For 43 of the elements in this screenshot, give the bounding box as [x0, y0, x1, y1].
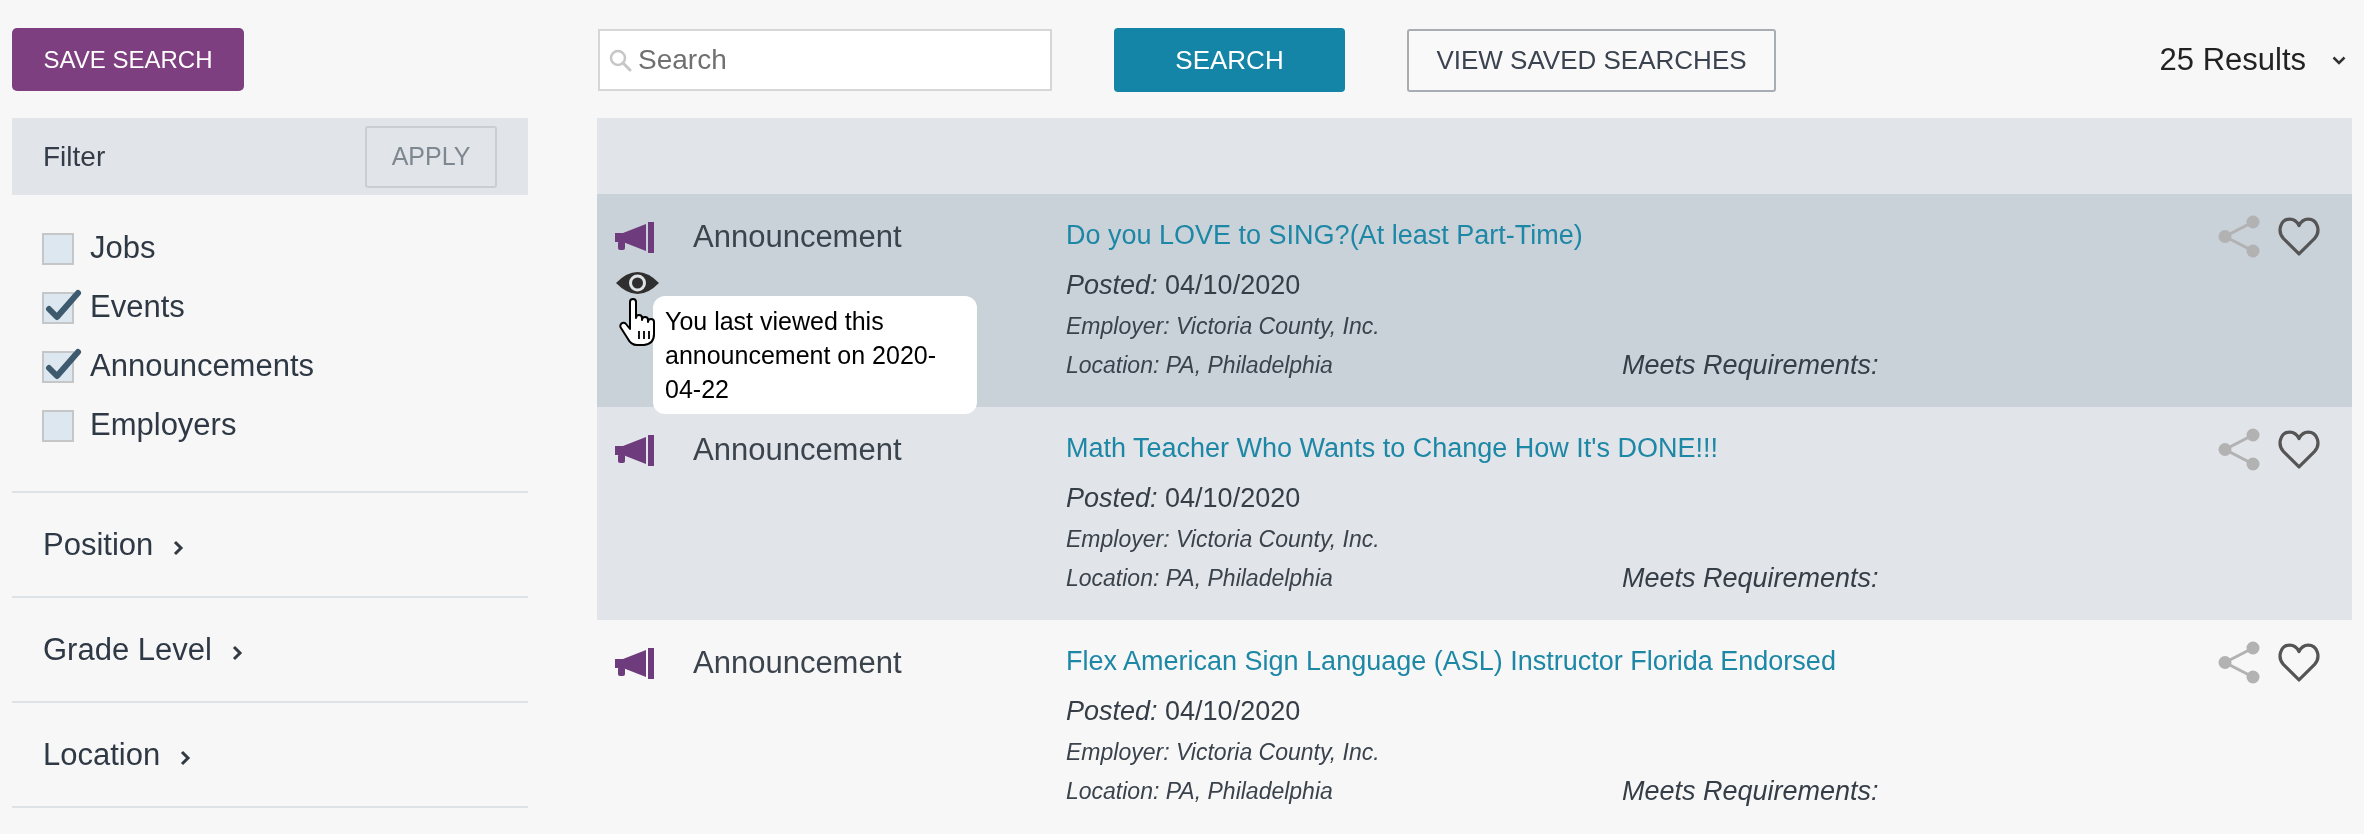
posted-date: Posted: 04/10/2020 — [1066, 269, 1301, 302]
results-count-dropdown[interactable]: 25 Results — [2159, 42, 2346, 78]
result-row[interactable]: Announcement Flex American Sign Language (ASL) Instructor Florida Endorsed Posted: 04/10/2020 Employer: Victoria County, Inc. Location: PA, Philadelphia Meets Requirements: — [597, 620, 2352, 833]
filter-section-toggle[interactable]: Location — [43, 736, 192, 773]
save-search-button[interactable]: SAVE SEARCH — [12, 28, 244, 91]
checkbox-label[interactable]: Announcements — [90, 347, 315, 384]
megaphone-icon — [615, 648, 655, 679]
employer-text: Employer: Victoria County, Inc. — [1066, 525, 1380, 554]
search-button[interactable]: SEARCH — [1114, 28, 1345, 92]
result-row[interactable]: Announcement Math Teacher Who Wants to Change How It's DONE!!! Posted: 04/10/2020 Employer: Victoria County, Inc. Location: PA, Philadelphia Meets Requirements: — [597, 407, 2352, 620]
heart-icon[interactable] — [2276, 428, 2322, 471]
employer-text: Employer: Victoria County, Inc. — [1066, 312, 1380, 341]
result-type: Announcement — [693, 218, 902, 256]
employer-text: Employer: Victoria County, Inc. — [1066, 738, 1380, 767]
posted-date: Posted: 04/10/2020 — [1066, 695, 1301, 728]
search-field[interactable]: Search — [598, 29, 1052, 91]
heart-icon[interactable] — [2276, 641, 2322, 684]
filter-title: Filter — [43, 140, 106, 173]
checkbox-label[interactable]: Events — [90, 288, 185, 325]
posted-date: Posted: 04/10/2020 — [1066, 482, 1301, 515]
result-type: Announcement — [693, 431, 902, 469]
requirements-label: Meets Requirements: — [1622, 776, 1879, 806]
location-text: Location: PA, Philadelphia — [1066, 351, 1333, 380]
result-title-link[interactable]: Flex American Sign Language (ASL) Instructor Florida Endorsed — [1066, 644, 1836, 678]
view-saved-searches-button[interactable]: VIEW SAVED SEARCHES — [1407, 28, 1776, 92]
requirements-label: Meets Requirements: — [1622, 350, 1879, 380]
filter-section-toggle[interactable]: Grade Level — [43, 631, 243, 668]
checkbox[interactable] — [42, 348, 82, 383]
location-text: Location: PA, Philadelphia — [1066, 564, 1333, 593]
checkbox[interactable] — [42, 289, 82, 324]
filter-section-toggle[interactable]: Position — [43, 526, 185, 563]
megaphone-icon — [615, 222, 655, 253]
heart-icon[interactable] — [2276, 215, 2322, 258]
search-icon — [608, 48, 632, 72]
checkbox-label[interactable]: Employers — [90, 406, 237, 443]
chevron-down-icon — [2332, 55, 2346, 65]
requirements-label: Meets Requirements: — [1622, 563, 1879, 593]
checkbox-label[interactable]: Jobs — [90, 229, 156, 266]
hand-cursor-icon — [618, 297, 658, 347]
tooltip: You last viewed this announcement on 2020-04-22 — [653, 296, 977, 414]
megaphone-icon — [615, 435, 655, 466]
location-text: Location: PA, Philadelphia — [1066, 777, 1333, 806]
result-type: Announcement — [693, 644, 902, 682]
